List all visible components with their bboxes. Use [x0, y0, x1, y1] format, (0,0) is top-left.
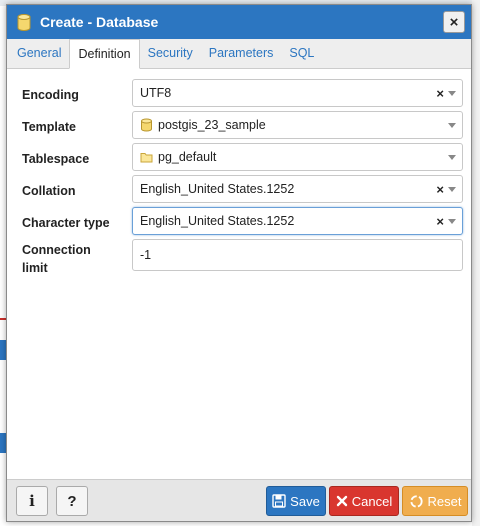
clear-icon[interactable]: ×: [436, 214, 444, 229]
tablespace-select[interactable]: pg_default: [132, 143, 463, 171]
collation-value: English_United States.1252: [140, 182, 295, 196]
tab-general[interactable]: General: [9, 39, 69, 68]
create-database-dialog: Create - Database × General Definition S…: [6, 4, 472, 522]
save-icon: [272, 494, 286, 508]
chevron-down-icon[interactable]: [448, 90, 456, 96]
chevron-down-icon[interactable]: [448, 122, 456, 128]
save-button[interactable]: Save: [266, 486, 326, 516]
close-icon: [336, 495, 347, 507]
character-type-value: English_United States.1252: [140, 214, 295, 228]
tab-security[interactable]: Security: [140, 39, 201, 68]
help-icon: ?: [67, 492, 77, 510]
tablespace-label: Tablespace: [22, 152, 90, 166]
template-value: postgis_23_sample: [158, 118, 266, 132]
reset-label: Reset: [427, 493, 462, 509]
connection-limit-label-line1: Connection: [22, 243, 91, 257]
clear-icon[interactable]: ×: [436, 86, 444, 101]
cancel-button[interactable]: Cancel: [329, 486, 399, 516]
chevron-down-icon[interactable]: [448, 218, 456, 224]
database-icon: [141, 118, 152, 132]
collation-label: Collation: [22, 184, 76, 198]
connection-limit-value: -1: [140, 248, 152, 262]
chevron-down-icon[interactable]: [448, 154, 456, 160]
collation-select[interactable]: English_United States.1252 ×: [132, 175, 463, 203]
connection-limit-input[interactable]: -1: [132, 239, 463, 271]
tab-parameters[interactable]: Parameters: [201, 39, 282, 68]
help-button[interactable]: ?: [56, 486, 88, 516]
cancel-label: Cancel: [351, 493, 393, 509]
reset-button[interactable]: Reset: [402, 486, 468, 516]
background-panel-edge: [472, 0, 480, 526]
info-button[interactable]: i: [16, 486, 48, 516]
folder-icon: [140, 153, 153, 163]
tab-bar: General Definition Security Parameters S…: [7, 39, 471, 69]
tab-sql[interactable]: SQL: [281, 39, 322, 68]
database-icon: [17, 13, 31, 31]
template-select[interactable]: postgis_23_sample: [132, 111, 463, 139]
encoding-value: UTF8: [140, 86, 172, 100]
connection-limit-label: Connection limit: [22, 241, 91, 277]
close-icon: ×: [449, 13, 459, 31]
character-type-select[interactable]: English_United States.1252 ×: [132, 207, 463, 235]
clear-icon[interactable]: ×: [436, 182, 444, 197]
info-icon: i: [29, 492, 35, 510]
chevron-down-icon[interactable]: [448, 186, 456, 192]
dialog-titlebar[interactable]: Create - Database ×: [7, 5, 471, 39]
dialog-title: Create - Database: [40, 14, 159, 30]
tablespace-value: pg_default: [158, 150, 217, 164]
template-label: Template: [22, 120, 76, 134]
encoding-label: Encoding: [22, 88, 79, 102]
connection-limit-label-line2: limit: [22, 261, 48, 275]
dialog-footer: i ? Save Cancel Reset: [7, 479, 471, 521]
recycle-icon: [409, 494, 423, 508]
tab-definition[interactable]: Definition: [69, 39, 140, 69]
definition-form: Encoding UTF8 × Template postgis_23_samp…: [7, 69, 471, 479]
character-type-label: Character type: [22, 216, 110, 230]
encoding-select[interactable]: UTF8 ×: [132, 79, 463, 107]
close-button[interactable]: ×: [443, 11, 465, 33]
save-label: Save: [290, 493, 320, 509]
